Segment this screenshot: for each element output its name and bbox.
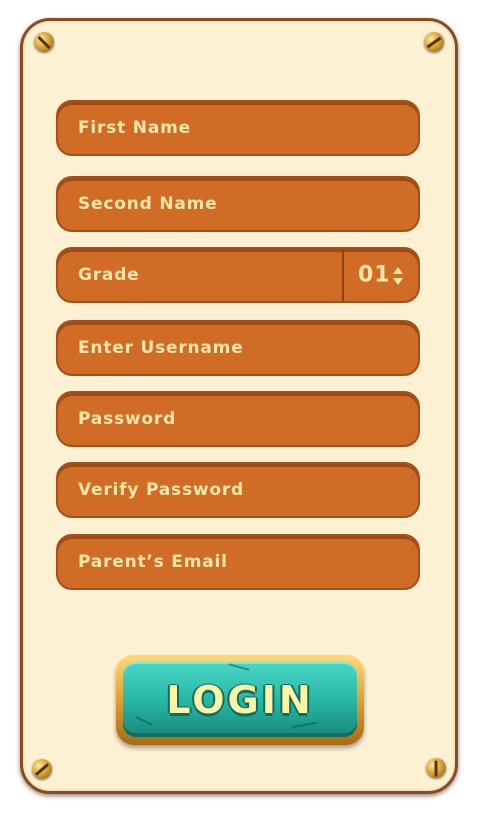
grade-stepper[interactable]: 01 (344, 249, 420, 301)
verify-password-placeholder: Verify Password (78, 480, 245, 500)
parent-email-field[interactable]: Parent’s Email (56, 534, 420, 590)
first-name-field[interactable]: First Name (56, 100, 420, 156)
username-placeholder: Enter Username (78, 338, 244, 358)
button-texture (228, 663, 250, 671)
login-button[interactable]: LOGIN (116, 655, 364, 745)
grade-value: 01 (358, 262, 391, 288)
username-field[interactable]: Enter Username (56, 320, 420, 376)
first-name-placeholder: First Name (78, 118, 191, 138)
second-name-placeholder: Second Name (78, 194, 218, 214)
screw-icon (426, 758, 446, 778)
login-label: LOGIN (166, 677, 314, 722)
grade-label: Grade (78, 265, 140, 285)
stepper-arrows-icon[interactable] (392, 266, 404, 286)
button-texture (291, 721, 317, 729)
screw-icon (32, 759, 52, 779)
password-placeholder: Password (78, 409, 177, 429)
verify-password-field[interactable]: Verify Password (56, 462, 420, 518)
password-field[interactable]: Password (56, 391, 420, 447)
login-button-face: LOGIN (123, 662, 357, 737)
parent-email-placeholder: Parent’s Email (78, 552, 228, 572)
screw-icon (424, 32, 444, 52)
grade-field: Grade 01 (56, 247, 420, 303)
screw-icon (34, 32, 54, 52)
second-name-field[interactable]: Second Name (56, 176, 420, 232)
